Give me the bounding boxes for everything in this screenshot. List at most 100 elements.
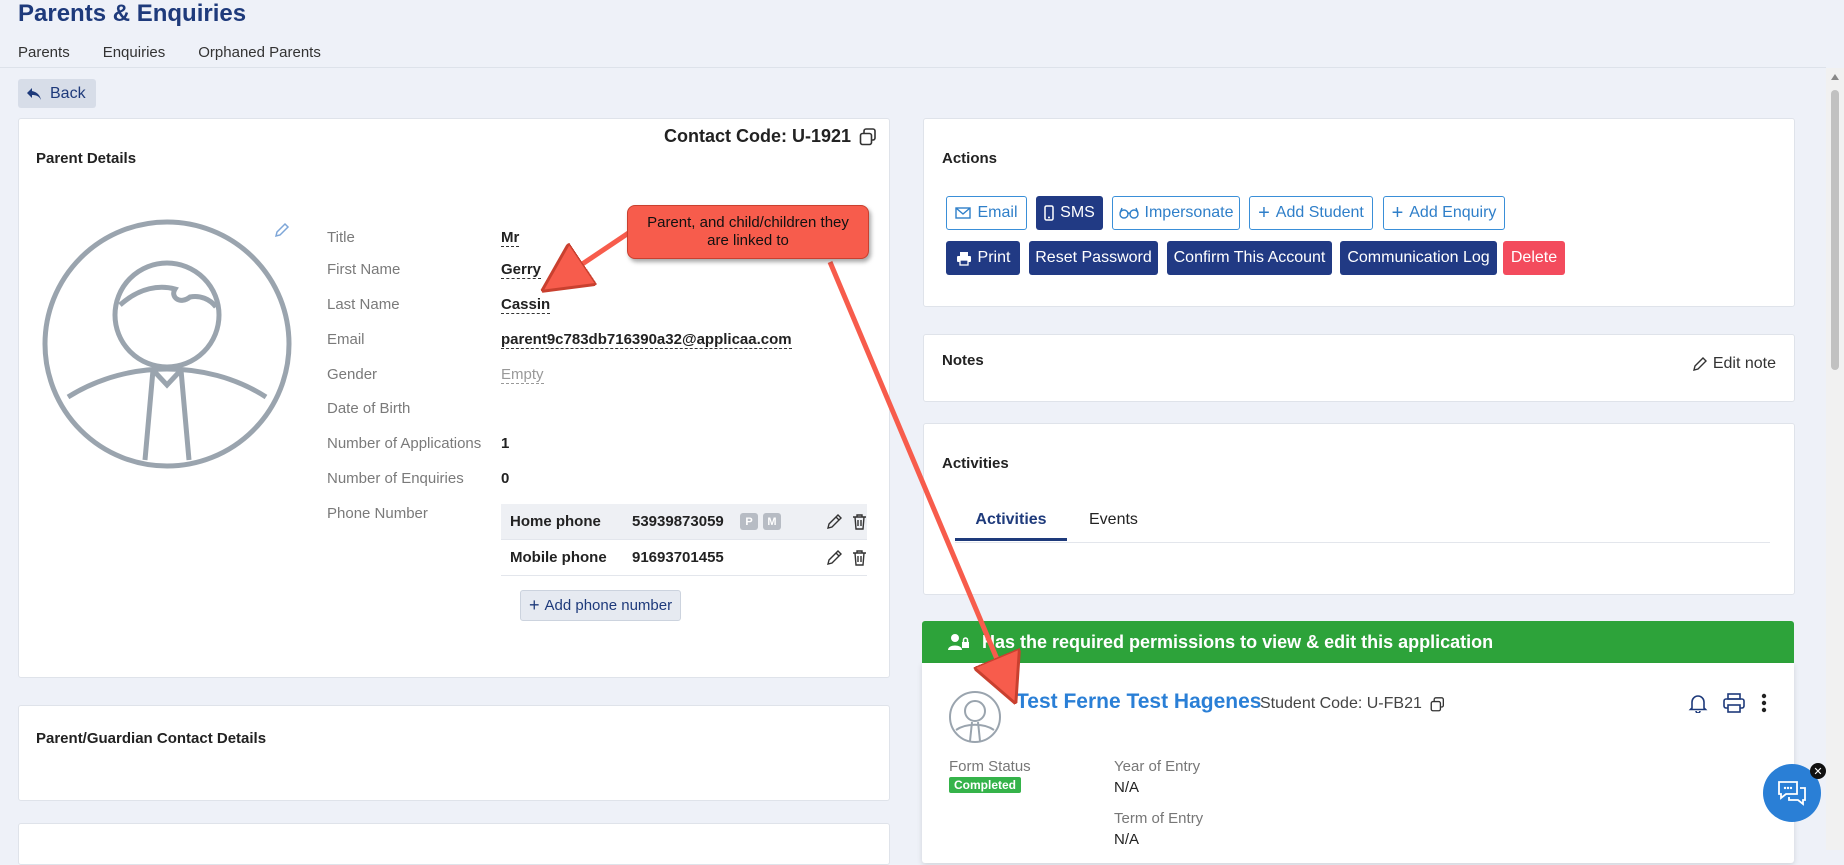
- header-divider: [0, 67, 1826, 68]
- field-value-gender[interactable]: Empty: [501, 366, 544, 384]
- chat-close-icon[interactable]: ✕: [1810, 763, 1826, 779]
- field-value-email[interactable]: parent9c783db716390a32@applicaa.com: [501, 331, 792, 349]
- delete-phone-icon[interactable]: [851, 549, 868, 566]
- email-button[interactable]: Email: [946, 196, 1027, 230]
- edit-note-button[interactable]: Edit note: [1692, 355, 1776, 373]
- actions-title: Actions: [942, 150, 998, 167]
- student-name-link[interactable]: Test Ferne Test Hagenes: [1016, 690, 1261, 714]
- field-label-title: Title: [327, 229, 355, 246]
- add-enquiry-button[interactable]: + Add Enquiry: [1383, 196, 1505, 230]
- phone-number: 91693701455: [632, 549, 724, 566]
- print-button[interactable]: Print: [946, 241, 1020, 275]
- parent-details-card: Parent Details Contact Code: U-1921 Titl…: [18, 118, 890, 678]
- phone-row: Mobile phone 91693701455: [501, 540, 867, 576]
- tab-parents[interactable]: Parents: [18, 44, 70, 61]
- phone-row: Home phone 53939873059 P M: [501, 504, 867, 540]
- contact-code: Contact Code: U-1921: [664, 126, 877, 147]
- reset-password-button[interactable]: Reset Password: [1029, 241, 1158, 275]
- student-code-text: Student Code: U-FB21: [1260, 695, 1422, 712]
- permission-text: Has the required permissions to view & e…: [982, 631, 1494, 652]
- reset-password-label: Reset Password: [1035, 249, 1152, 266]
- user-lock-icon: [948, 634, 969, 650]
- copy-icon[interactable]: [1430, 696, 1445, 712]
- plus-icon: +: [529, 595, 540, 615]
- primary-badge: P: [740, 513, 758, 530]
- field-value-title[interactable]: Mr: [501, 229, 520, 247]
- tab-orphaned-parents[interactable]: Orphaned Parents: [198, 44, 321, 61]
- actions-card: Actions Email SMS Impersonate + Add Stud…: [923, 118, 1795, 307]
- edit-avatar-icon[interactable]: [274, 222, 290, 238]
- scroll-up-arrow[interactable]: [1831, 74, 1839, 80]
- page-title: Parents & Enquiries: [18, 0, 247, 27]
- plus-icon: +: [1258, 202, 1270, 224]
- activities-title: Activities: [942, 455, 1009, 472]
- delete-label: Delete: [1510, 249, 1558, 266]
- permission-banner: Has the required permissions to view & e…: [922, 621, 1794, 663]
- notes-card: Notes Edit note: [923, 334, 1795, 402]
- add-enquiry-label: Add Enquiry: [1409, 204, 1497, 221]
- field-label-applications: Number of Applications: [327, 435, 482, 452]
- phone-type: Mobile phone: [510, 549, 607, 566]
- tab-activities[interactable]: Activities: [955, 509, 1067, 541]
- printer-icon: [956, 251, 971, 266]
- print-label: Print: [977, 249, 1011, 266]
- glasses-icon: [1118, 207, 1139, 219]
- activities-tabs: Activities Events: [955, 509, 1770, 543]
- student-avatar-icon: [949, 691, 1001, 743]
- add-student-label: Add Student: [1275, 204, 1364, 221]
- delete-phone-icon[interactable]: [851, 513, 868, 530]
- add-phone-label: Add phone number: [544, 597, 673, 614]
- edit-phone-icon[interactable]: [826, 549, 843, 566]
- phone-type: Home phone: [510, 513, 601, 530]
- field-label-phone: Phone Number: [327, 505, 428, 522]
- term-of-entry-label: Term of Entry: [1114, 810, 1204, 827]
- activities-card: Activities Activities Events: [923, 423, 1795, 595]
- tab-enquiries[interactable]: Enquiries: [103, 44, 166, 61]
- field-value-applications: 1: [501, 435, 510, 452]
- phone-table: Home phone 53939873059 P M Mobile phone …: [501, 504, 867, 576]
- field-value-first-name[interactable]: Gerry: [501, 261, 542, 279]
- back-button[interactable]: Back: [18, 79, 96, 108]
- phone-icon: [1044, 205, 1054, 221]
- field-label-dob: Date of Birth: [327, 400, 411, 417]
- confirm-account-label: Confirm This Account: [1173, 249, 1326, 266]
- form-status-label: Form Status: [949, 758, 1031, 775]
- field-value-last-name[interactable]: Cassin: [501, 296, 551, 314]
- edit-phone-icon[interactable]: [826, 513, 843, 530]
- field-label-enquiries: Number of Enquiries: [327, 470, 464, 487]
- communication-log-label: Communication Log: [1347, 249, 1490, 266]
- form-status-badge: Completed: [949, 777, 1022, 793]
- copy-icon[interactable]: [859, 127, 877, 146]
- next-card: [18, 823, 890, 865]
- email-label: Email: [977, 204, 1018, 221]
- parent-details-title: Parent Details: [36, 150, 137, 167]
- field-label-gender: Gender: [327, 366, 378, 383]
- page-scrollbar[interactable]: [1826, 68, 1844, 850]
- sms-button[interactable]: SMS: [1036, 196, 1103, 230]
- pencil-icon: [1692, 357, 1707, 371]
- print-icon[interactable]: [1723, 693, 1745, 713]
- field-label-email: Email: [327, 331, 365, 348]
- add-student-button[interactable]: + Add Student: [1249, 196, 1373, 230]
- year-of-entry-value: N/A: [1114, 779, 1140, 796]
- communication-log-button[interactable]: Communication Log: [1340, 241, 1497, 275]
- scroll-thumb[interactable]: [1831, 90, 1839, 370]
- chat-icon: [1778, 781, 1806, 806]
- term-of-entry-value: N/A: [1114, 831, 1140, 848]
- field-value-enquiries: 0: [501, 470, 510, 487]
- top-tabs: Parents Enquiries Orphaned Parents: [18, 44, 321, 61]
- contact-code-text: Contact Code: U-1921: [663, 126, 851, 146]
- delete-button[interactable]: Delete: [1503, 241, 1565, 275]
- field-label-first-name: First Name: [327, 261, 401, 278]
- more-vertical-icon[interactable]: [1761, 693, 1767, 713]
- impersonate-button[interactable]: Impersonate: [1112, 196, 1240, 230]
- bell-icon[interactable]: [1688, 693, 1708, 713]
- envelope-icon: [955, 207, 972, 219]
- contact-details-title: Parent/Guardian Contact Details: [36, 730, 267, 747]
- add-phone-button[interactable]: + Add phone number: [520, 590, 682, 621]
- tab-events[interactable]: Events: [1089, 509, 1138, 541]
- sms-label: SMS: [1060, 204, 1095, 221]
- contact-details-card: Parent/Guardian Contact Details: [18, 705, 890, 801]
- field-label-last-name: Last Name: [327, 296, 400, 313]
- confirm-account-button[interactable]: Confirm This Account: [1167, 241, 1332, 275]
